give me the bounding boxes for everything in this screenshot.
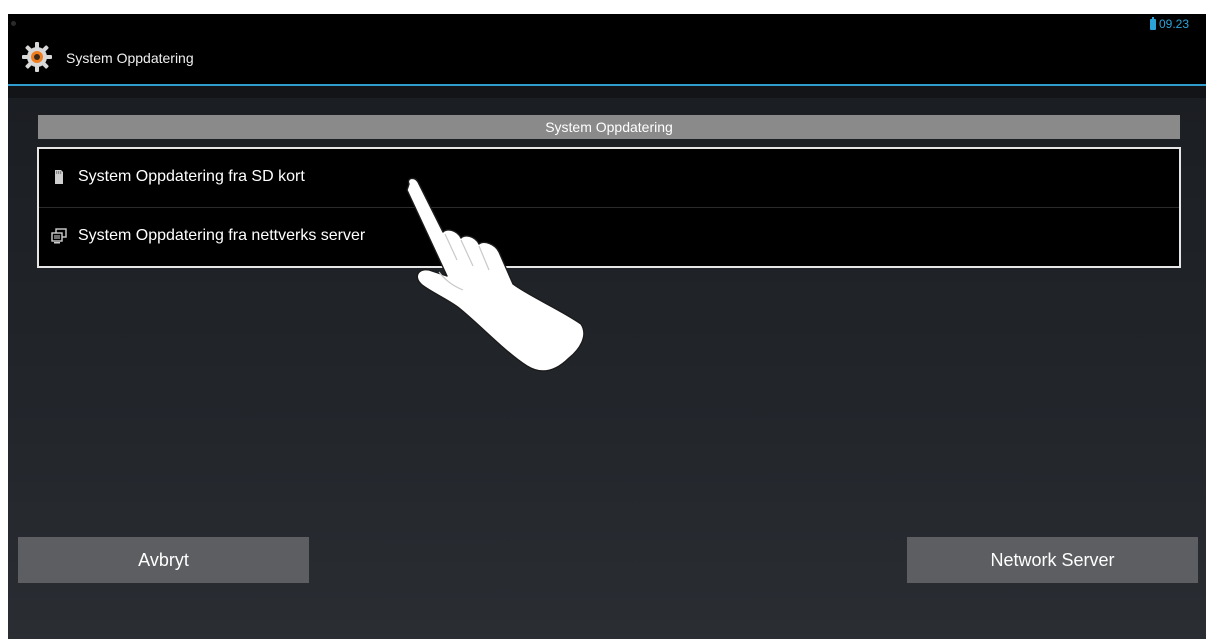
update-options-list: System Oppdatering fra SD kort System Op… <box>37 147 1181 268</box>
option-label: System Oppdatering fra SD kort <box>78 168 305 185</box>
status-clock: 09.23 <box>1159 17 1190 31</box>
page-title: System Oppdatering <box>66 50 194 66</box>
settings-gear-icon[interactable] <box>20 40 54 74</box>
hand-pointer-icon <box>401 174 591 379</box>
device-screen: 09.23 System Oppdatering System Oppdater… <box>8 14 1206 639</box>
status-bar: 09.23 <box>8 14 1206 34</box>
list-header: System Oppdatering <box>38 115 1180 139</box>
action-bar: System Oppdatering <box>8 34 1206 86</box>
cancel-button[interactable]: Avbryt <box>18 537 309 583</box>
sd-card-icon <box>51 169 67 185</box>
option-sd-card-update[interactable]: System Oppdatering fra SD kort <box>39 149 1179 208</box>
notification-dot-icon <box>11 21 16 26</box>
network-computers-icon <box>51 228 67 244</box>
battery-icon <box>1150 17 1156 30</box>
option-network-server-update[interactable]: System Oppdatering fra nettverks server <box>39 208 1179 266</box>
option-label: System Oppdatering fra nettverks server <box>78 227 366 244</box>
network-server-button[interactable]: Network Server <box>907 537 1198 583</box>
